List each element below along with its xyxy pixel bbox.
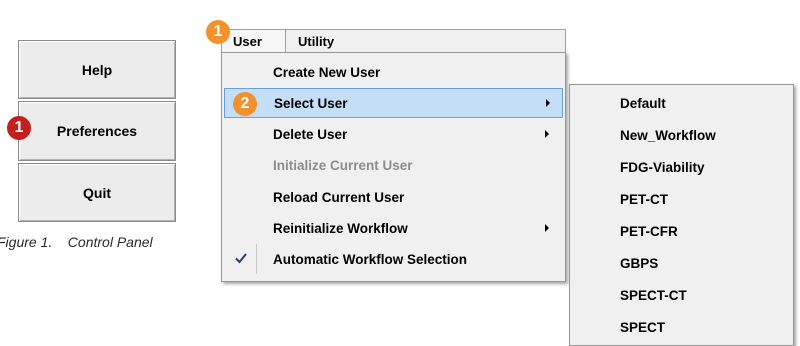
- submenu-item-label: GBPS: [620, 256, 659, 271]
- menu-item-reload-current-user[interactable]: Reload Current User: [224, 182, 563, 212]
- help-button-label: Help: [81, 61, 113, 78]
- menu-item-create-new-user[interactable]: Create New User: [224, 57, 563, 87]
- quit-button[interactable]: Quit: [18, 163, 176, 222]
- submenu-item-fdg-viability[interactable]: FDG-Viability: [572, 152, 791, 183]
- menu-item-label: Select User: [274, 95, 348, 111]
- submenu-arrow-icon: [546, 99, 550, 107]
- help-button[interactable]: Help: [18, 40, 176, 99]
- menu-item-label: Reload Current User: [273, 189, 405, 205]
- menu-item-label: Automatic Workflow Selection: [273, 251, 468, 267]
- menu-item-automatic-workflow-selection[interactable]: Automatic Workflow Selection: [224, 244, 563, 274]
- submenu-item-new-workflow[interactable]: New_Workflow: [572, 120, 791, 151]
- user-dropdown-menu: Create New User Select User Delete User …: [221, 52, 566, 282]
- menu-tab-utility-label: Utility: [298, 33, 335, 49]
- submenu-arrow-icon: [545, 224, 549, 232]
- select-user-submenu: Default New_Workflow FDG-Viability PET-C…: [569, 84, 794, 346]
- quit-button-label: Quit: [83, 184, 111, 201]
- menu-tab-user-label: User: [233, 33, 262, 49]
- menu-item-label: Create New User: [273, 64, 381, 80]
- submenu-item-label: FDG-Viability: [620, 160, 705, 175]
- callout-badge-preferences: 1: [7, 116, 31, 140]
- menu-item-initialize-current-user: Initialize Current User: [224, 150, 563, 180]
- submenu-arrow-icon: [545, 130, 549, 138]
- submenu-item-pet-ct[interactable]: PET-CT: [572, 184, 791, 215]
- menu-item-label: Reinitialize Workflow: [273, 220, 408, 236]
- preferences-button[interactable]: Preferences: [18, 101, 176, 161]
- submenu-item-spect-ct[interactable]: SPECT-CT: [572, 280, 791, 311]
- preferences-button-label: Preferences: [56, 123, 138, 139]
- submenu-item-label: SPECT-CT: [620, 288, 687, 303]
- checkmark-icon: [235, 253, 247, 264]
- submenu-item-label: New_Workflow: [620, 128, 716, 143]
- menu-item-label: Initialize Current User: [273, 157, 413, 173]
- check-column-divider: [256, 244, 257, 274]
- submenu-item-label: PET-CFR: [620, 224, 678, 239]
- menu-tab-utility[interactable]: Utility: [286, 30, 366, 52]
- menu-item-delete-user[interactable]: Delete User: [224, 119, 563, 149]
- menu-tab-user[interactable]: User: [222, 30, 286, 52]
- submenu-item-spect[interactable]: SPECT: [572, 312, 791, 343]
- menu-item-reinitialize-workflow[interactable]: Reinitialize Workflow: [224, 213, 563, 243]
- submenu-item-label: Default: [620, 96, 666, 111]
- submenu-item-default[interactable]: Default: [572, 88, 791, 119]
- submenu-item-label: SPECT: [620, 320, 666, 335]
- callout-badge-select-user: 2: [233, 92, 257, 116]
- menu-item-label: Delete User: [273, 126, 348, 142]
- submenu-item-gbps[interactable]: GBPS: [572, 248, 791, 279]
- menubar: User Utility: [221, 29, 566, 52]
- menu-item-select-user[interactable]: Select User: [224, 88, 563, 118]
- callout-badge-user-menu: 1: [206, 20, 230, 44]
- figure-caption: Figure 1. Control Panel: [0, 234, 153, 250]
- submenu-item-pet-cfr[interactable]: PET-CFR: [572, 216, 791, 247]
- submenu-item-label: PET-CT: [620, 192, 669, 207]
